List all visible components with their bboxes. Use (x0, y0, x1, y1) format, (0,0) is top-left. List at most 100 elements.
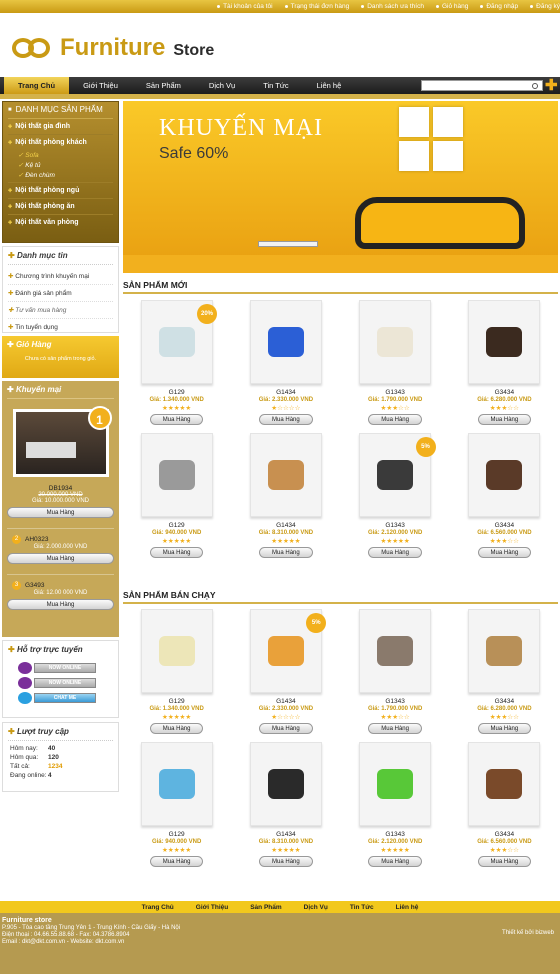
nav-about[interactable]: Giới Thiệu (69, 77, 132, 94)
buy-button[interactable]: Mua Hàng (149, 414, 204, 425)
logo[interactable]: Furniture Store (12, 31, 214, 62)
buy-button[interactable]: Mua Hàng (368, 856, 422, 867)
buy-button[interactable]: Mua Hàng (149, 547, 204, 558)
top-link-account[interactable]: Tài khoản của tôi (217, 3, 273, 10)
buy-button[interactable]: Mua Hàng (259, 547, 313, 558)
footer-nav-services[interactable]: Dịch Vụ (304, 904, 328, 911)
promo-item-code[interactable]: G3493 (25, 582, 45, 589)
plus-icon[interactable]: ✚ (545, 77, 558, 94)
product-code[interactable]: G3434 (451, 698, 558, 705)
nav-services[interactable]: Dịch Vụ (195, 77, 249, 94)
rating-stars: ★☆☆☆☆ (271, 714, 301, 721)
rating-stars: ★☆☆☆☆ (271, 405, 301, 412)
buy-button[interactable]: Mua Hàng (149, 856, 204, 867)
category-item[interactable]: Nội thất văn phòng (8, 215, 113, 230)
category-item[interactable]: Nội thất phòng khách (8, 135, 113, 150)
footer-nav-products[interactable]: Sản Phẩm (250, 904, 281, 911)
top-link-register[interactable]: Đăng ký (530, 3, 560, 10)
logo-main-text: Furniture (60, 34, 166, 61)
product-code[interactable]: G1434 (232, 522, 339, 529)
news-link[interactable]: Tin tuyển dụng (8, 319, 113, 335)
nav-news[interactable]: Tin Tức (249, 77, 302, 94)
buy-button[interactable]: Mua Hàng (259, 414, 313, 425)
promo-buy-button[interactable]: Mua Hàng (7, 599, 114, 610)
skype-chat-button[interactable]: CHAT ME (34, 693, 96, 703)
category-item[interactable]: Nội thất phòng ăn (8, 199, 113, 215)
product-image[interactable] (468, 609, 541, 693)
product-image[interactable] (140, 742, 213, 826)
product-code[interactable]: G1343 (342, 831, 449, 838)
nav-products[interactable]: Sản Phẩm (132, 77, 195, 94)
product-image[interactable] (359, 300, 432, 384)
subcategory-item[interactable]: Sofa (8, 150, 113, 160)
subcategory-item[interactable]: Kệ tủ (8, 160, 113, 170)
news-link[interactable]: Tư vấn mua hàng (8, 302, 113, 319)
nav-contact[interactable]: Liên hệ (303, 77, 356, 94)
product-code[interactable]: G1434 (232, 831, 339, 838)
buy-button[interactable]: Mua Hàng (368, 547, 422, 558)
product-code[interactable]: G129 (123, 698, 230, 705)
promo-item-code[interactable]: AH0323 (25, 536, 49, 543)
product-image[interactable] (468, 300, 541, 384)
yahoo-chat-button[interactable]: NOW ONLINE (34, 678, 96, 688)
footer-nav-contact[interactable]: Liên hệ (396, 904, 419, 911)
promo-banner[interactable]: KHUYẾN MẠI Safe 60% (123, 101, 558, 273)
product-image[interactable] (249, 433, 322, 517)
product-code[interactable]: G3434 (451, 389, 558, 396)
product-image[interactable] (468, 433, 541, 517)
product-image[interactable] (468, 742, 541, 826)
search-input[interactable] (421, 80, 543, 91)
product-card: G1434 Giá: 2.330.000 VND ★☆☆☆☆ Mua Hàng (232, 300, 339, 425)
top-link-wishlist[interactable]: Danh sách ưa thích (361, 3, 424, 10)
buy-button[interactable]: Mua Hàng (477, 414, 532, 425)
product-image[interactable] (140, 433, 213, 517)
product-code[interactable]: G1434 (232, 389, 339, 396)
top-link-cart[interactable]: Giỏ hàng (436, 3, 468, 10)
footer-nav-about[interactable]: Giới Thiệu (196, 904, 228, 911)
product-image[interactable] (249, 742, 322, 826)
buy-button[interactable]: Mua Hàng (368, 414, 422, 425)
promo-buy-button[interactable]: Mua Hàng (7, 553, 114, 564)
buy-button[interactable]: Mua Hàng (477, 856, 532, 867)
top-link-order-status[interactable]: Trạng thái đơn hàng (285, 3, 350, 10)
buy-button[interactable]: Mua Hàng (149, 723, 204, 734)
product-code[interactable]: G1434 (232, 698, 339, 705)
product-price: Giá: 8.310.000 VND (258, 530, 314, 536)
footer-address: P.905 - Tòa cao tầng Trung Yên 1 - Trung… (2, 925, 181, 931)
search-icon[interactable] (532, 83, 538, 89)
category-item[interactable]: Nội thất phòng ngủ (8, 183, 113, 199)
product-code[interactable]: G129 (123, 831, 230, 838)
product-code[interactable]: G1343 (342, 389, 449, 396)
buy-button[interactable]: Mua Hàng (368, 723, 422, 734)
promo-buy-button[interactable]: Mua Hàng (7, 507, 114, 518)
top-link-login[interactable]: Đăng nhập (480, 3, 518, 10)
footer-credit[interactable]: Thiết kế bởi bizweb (502, 930, 554, 936)
product-code[interactable]: G129 (123, 522, 230, 529)
product-code[interactable]: G3434 (451, 522, 558, 529)
product-image[interactable] (359, 609, 432, 693)
news-box: Danh mục tin Chương trình khuyến mại Đán… (2, 246, 119, 333)
product-code[interactable]: G1343 (342, 522, 449, 529)
news-link[interactable]: Đánh giá sản phẩm (8, 285, 113, 302)
product-image[interactable] (359, 742, 432, 826)
product-code[interactable]: G129 (123, 389, 230, 396)
footer-nav-news[interactable]: Tin Tức (350, 904, 374, 911)
buy-button[interactable]: Mua Hàng (477, 723, 532, 734)
news-link[interactable]: Chương trình khuyến mại (8, 268, 113, 285)
footer-nav-home[interactable]: Trang Chủ (142, 904, 174, 911)
nav-home[interactable]: Trang Chủ (4, 77, 70, 94)
wall-frame (433, 141, 463, 171)
product-image[interactable] (249, 300, 322, 384)
buy-button[interactable]: Mua Hàng (477, 547, 532, 558)
buy-button[interactable]: Mua Hàng (259, 856, 313, 867)
promo-product-image[interactable]: 1 (12, 406, 112, 477)
yahoo-chat-button[interactable]: NOW ONLINE (34, 663, 96, 673)
buy-button[interactable]: Mua Hàng (259, 723, 313, 734)
category-item[interactable]: Nội thất gia đình (8, 119, 113, 135)
cart-title: Giỏ Hàng (7, 340, 114, 349)
product-code[interactable]: G3434 (451, 831, 558, 838)
product-code[interactable]: G1343 (342, 698, 449, 705)
product-image[interactable] (140, 609, 213, 693)
subcategory-item[interactable]: Đèn chùm (8, 170, 113, 183)
new-products-grid: 20% G129 Giá: 1.340.000 VND ★★★★★ Mua Hàng G1… (123, 300, 558, 558)
